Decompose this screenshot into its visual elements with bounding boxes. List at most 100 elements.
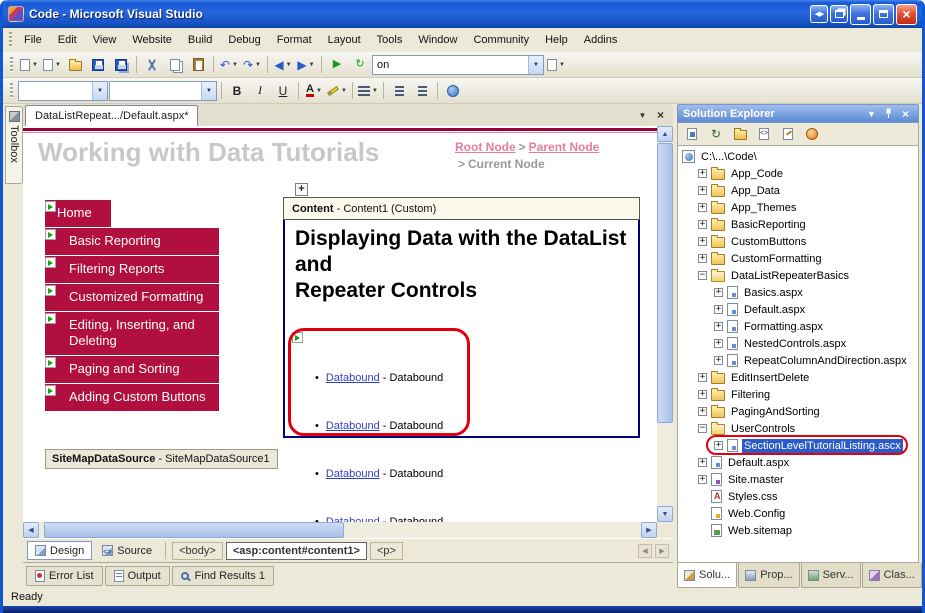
toolbar-grip[interactable] bbox=[10, 83, 13, 99]
expander-plus-icon[interactable]: + bbox=[714, 322, 723, 331]
minimize-button[interactable] bbox=[850, 4, 871, 25]
nav-item-adding-custom-buttons[interactable]: Adding Custom Buttons bbox=[45, 384, 219, 411]
expander-plus-icon[interactable]: + bbox=[698, 237, 707, 246]
add-new-item-button[interactable]: ▼ bbox=[41, 54, 63, 75]
tag-scroll-left-button[interactable]: ◀ bbox=[638, 544, 652, 558]
design-view-tab[interactable]: Design bbox=[27, 541, 92, 560]
expander-plus-icon[interactable]: + bbox=[698, 169, 707, 178]
smart-tag-icon[interactable] bbox=[45, 229, 56, 240]
font-name-combobox[interactable]: ▼ bbox=[109, 81, 217, 101]
highlight-button[interactable]: ▼ bbox=[326, 80, 348, 101]
expander-plus-icon[interactable]: + bbox=[698, 254, 707, 263]
toolbox-tab[interactable]: Toolbox bbox=[5, 106, 23, 184]
properties-button[interactable] bbox=[682, 125, 702, 143]
underline-button[interactable]: U bbox=[272, 80, 294, 101]
undo-button[interactable]: ↶▼ bbox=[218, 54, 240, 75]
content-control-header[interactable]: Content - Content1 (Custom) bbox=[283, 197, 640, 220]
expander-plus-icon[interactable]: + bbox=[714, 305, 723, 314]
tag-navigator-p[interactable]: <p> bbox=[370, 542, 403, 560]
start-debugging-button[interactable]: ▶ bbox=[326, 54, 348, 75]
expander-plus-icon[interactable]: + bbox=[698, 475, 707, 484]
expander-plus-icon[interactable]: + bbox=[714, 288, 723, 297]
smart-tag-icon[interactable] bbox=[45, 313, 56, 324]
scroll-right-button[interactable]: ▶ bbox=[641, 522, 657, 538]
menu-item-addins[interactable]: Addins bbox=[576, 30, 626, 50]
class-view-tab[interactable]: Clas... bbox=[862, 563, 922, 588]
source-view-tab[interactable]: Source bbox=[95, 541, 159, 560]
menu-item-layout[interactable]: Layout bbox=[320, 30, 369, 50]
expander-plus-icon[interactable]: + bbox=[698, 458, 707, 467]
vertical-scroll-thumb[interactable] bbox=[657, 143, 673, 423]
refresh-button[interactable]: ↻ bbox=[706, 125, 726, 143]
smart-tag-icon[interactable] bbox=[45, 285, 56, 296]
menu-item-build[interactable]: Build bbox=[180, 30, 220, 50]
tree-item-app-code[interactable]: +App_Code bbox=[678, 165, 918, 182]
menu-item-help[interactable]: Help bbox=[537, 30, 576, 50]
breadcrumb-parent-link[interactable]: Parent Node bbox=[529, 140, 600, 154]
properties-tab[interactable]: Prop... bbox=[738, 563, 799, 588]
menu-item-community[interactable]: Community bbox=[465, 30, 537, 50]
tree-item-user-controls[interactable]: −UserControls bbox=[678, 420, 918, 437]
bold-button[interactable]: B bbox=[226, 80, 248, 101]
expander-plus-icon[interactable]: + bbox=[698, 203, 707, 212]
tag-navigator-content[interactable]: <asp:content#content1> bbox=[226, 542, 367, 560]
tree-item-datalist-repeater-basics[interactable]: −DataListRepeaterBasics bbox=[678, 267, 918, 284]
combobox-dropdown-icon[interactable]: ▼ bbox=[528, 56, 543, 74]
menu-item-website[interactable]: Website bbox=[124, 30, 180, 50]
open-file-button[interactable] bbox=[64, 54, 86, 75]
expander-plus-icon[interactable]: + bbox=[698, 186, 707, 195]
server-explorer-tab[interactable]: Serv... bbox=[801, 563, 861, 588]
save-button[interactable] bbox=[87, 54, 109, 75]
document-tab[interactable]: DataListRepeat.../Default.aspx* bbox=[25, 105, 198, 126]
tree-item-paging-and-sorting[interactable]: +PagingAndSorting bbox=[678, 403, 918, 420]
tree-item-section-level-tutorial-listing[interactable]: +SectionLevelTutorialListing.ascx bbox=[678, 437, 918, 454]
tree-item-filtering[interactable]: +Filtering bbox=[678, 386, 918, 403]
error-list-tab[interactable]: Error List bbox=[26, 566, 103, 586]
save-all-button[interactable] bbox=[110, 54, 132, 75]
close-panel-button[interactable]: × bbox=[898, 106, 913, 121]
block-format-combobox[interactable]: ▼ bbox=[18, 81, 108, 101]
horizontal-scrollbar[interactable]: ◀ ▶ bbox=[23, 522, 657, 538]
menu-item-window[interactable]: Window bbox=[410, 30, 465, 50]
auto-hide-pin-button[interactable] bbox=[881, 106, 896, 121]
expander-plus-icon[interactable]: + bbox=[714, 356, 723, 365]
window-position-button[interactable]: ▼ bbox=[864, 106, 879, 121]
tree-item-basic-reporting[interactable]: +BasicReporting bbox=[678, 216, 918, 233]
nav-item-home[interactable]: Home bbox=[45, 200, 111, 227]
tree-item-custom-buttons[interactable]: +CustomButtons bbox=[678, 233, 918, 250]
solution-explorer-tab[interactable]: Solu... bbox=[677, 563, 737, 588]
tree-item-web-sitemap[interactable]: Web.sitemap bbox=[678, 522, 918, 539]
tree-item-repeat-column-aspx[interactable]: +RepeatColumnAndDirection.aspx bbox=[678, 352, 918, 369]
tree-item-custom-formatting[interactable]: +CustomFormatting bbox=[678, 250, 918, 267]
titlebar-nav-arrows-button[interactable]: ◀▶ bbox=[810, 5, 828, 23]
output-tab[interactable]: Output bbox=[105, 566, 170, 586]
nav-item-paging-sorting[interactable]: Paging and Sorting bbox=[45, 356, 219, 383]
copy-button[interactable] bbox=[164, 54, 186, 75]
menu-item-file[interactable]: File bbox=[16, 30, 50, 50]
tree-item-app-data[interactable]: +App_Data bbox=[678, 182, 918, 199]
menu-item-tools[interactable]: Tools bbox=[369, 30, 411, 50]
aspnet-configuration-button[interactable] bbox=[802, 125, 822, 143]
solution-explorer-header[interactable]: Solution Explorer ▼ × bbox=[677, 104, 919, 123]
tag-scroll-right-button[interactable]: ▶ bbox=[655, 544, 669, 558]
scroll-down-button[interactable]: ▼ bbox=[657, 506, 673, 522]
numbered-list-button[interactable] bbox=[388, 80, 410, 101]
content-placeholder-control[interactable]: + Content - Content1 (Custom) Displaying… bbox=[283, 197, 640, 438]
expander-minus-icon[interactable]: − bbox=[698, 424, 707, 433]
view-designer-button[interactable] bbox=[778, 125, 798, 143]
tree-item-site-master[interactable]: +Site.master bbox=[678, 471, 918, 488]
solution-tree[interactable]: C:\...\Code\ +App_Code +App_Data +App_Th… bbox=[677, 146, 919, 563]
paste-button[interactable] bbox=[187, 54, 209, 75]
redo-button[interactable]: ↷▼ bbox=[241, 54, 263, 75]
nav-item-editing-inserting-deleting[interactable]: Editing, Inserting, and Deleting bbox=[45, 312, 219, 355]
tree-item-edit-insert-delete[interactable]: +EditInsertDelete bbox=[678, 369, 918, 386]
combobox-dropdown-icon[interactable]: ▼ bbox=[201, 82, 216, 100]
title-bar[interactable]: Code - Microsoft Visual Studio ◀▶ × bbox=[3, 0, 922, 28]
expander-plus-icon[interactable]: + bbox=[698, 407, 707, 416]
sitemap-datasource-control[interactable]: SiteMapDataSource - SiteMapDataSource1 bbox=[45, 449, 278, 469]
smart-tag-icon[interactable] bbox=[45, 357, 56, 368]
combobox-dropdown-icon[interactable]: ▼ bbox=[92, 82, 107, 100]
view-code-button[interactable] bbox=[754, 125, 774, 143]
close-document-button[interactable]: × bbox=[653, 108, 668, 122]
tag-navigator-body[interactable]: <body> bbox=[172, 542, 223, 560]
